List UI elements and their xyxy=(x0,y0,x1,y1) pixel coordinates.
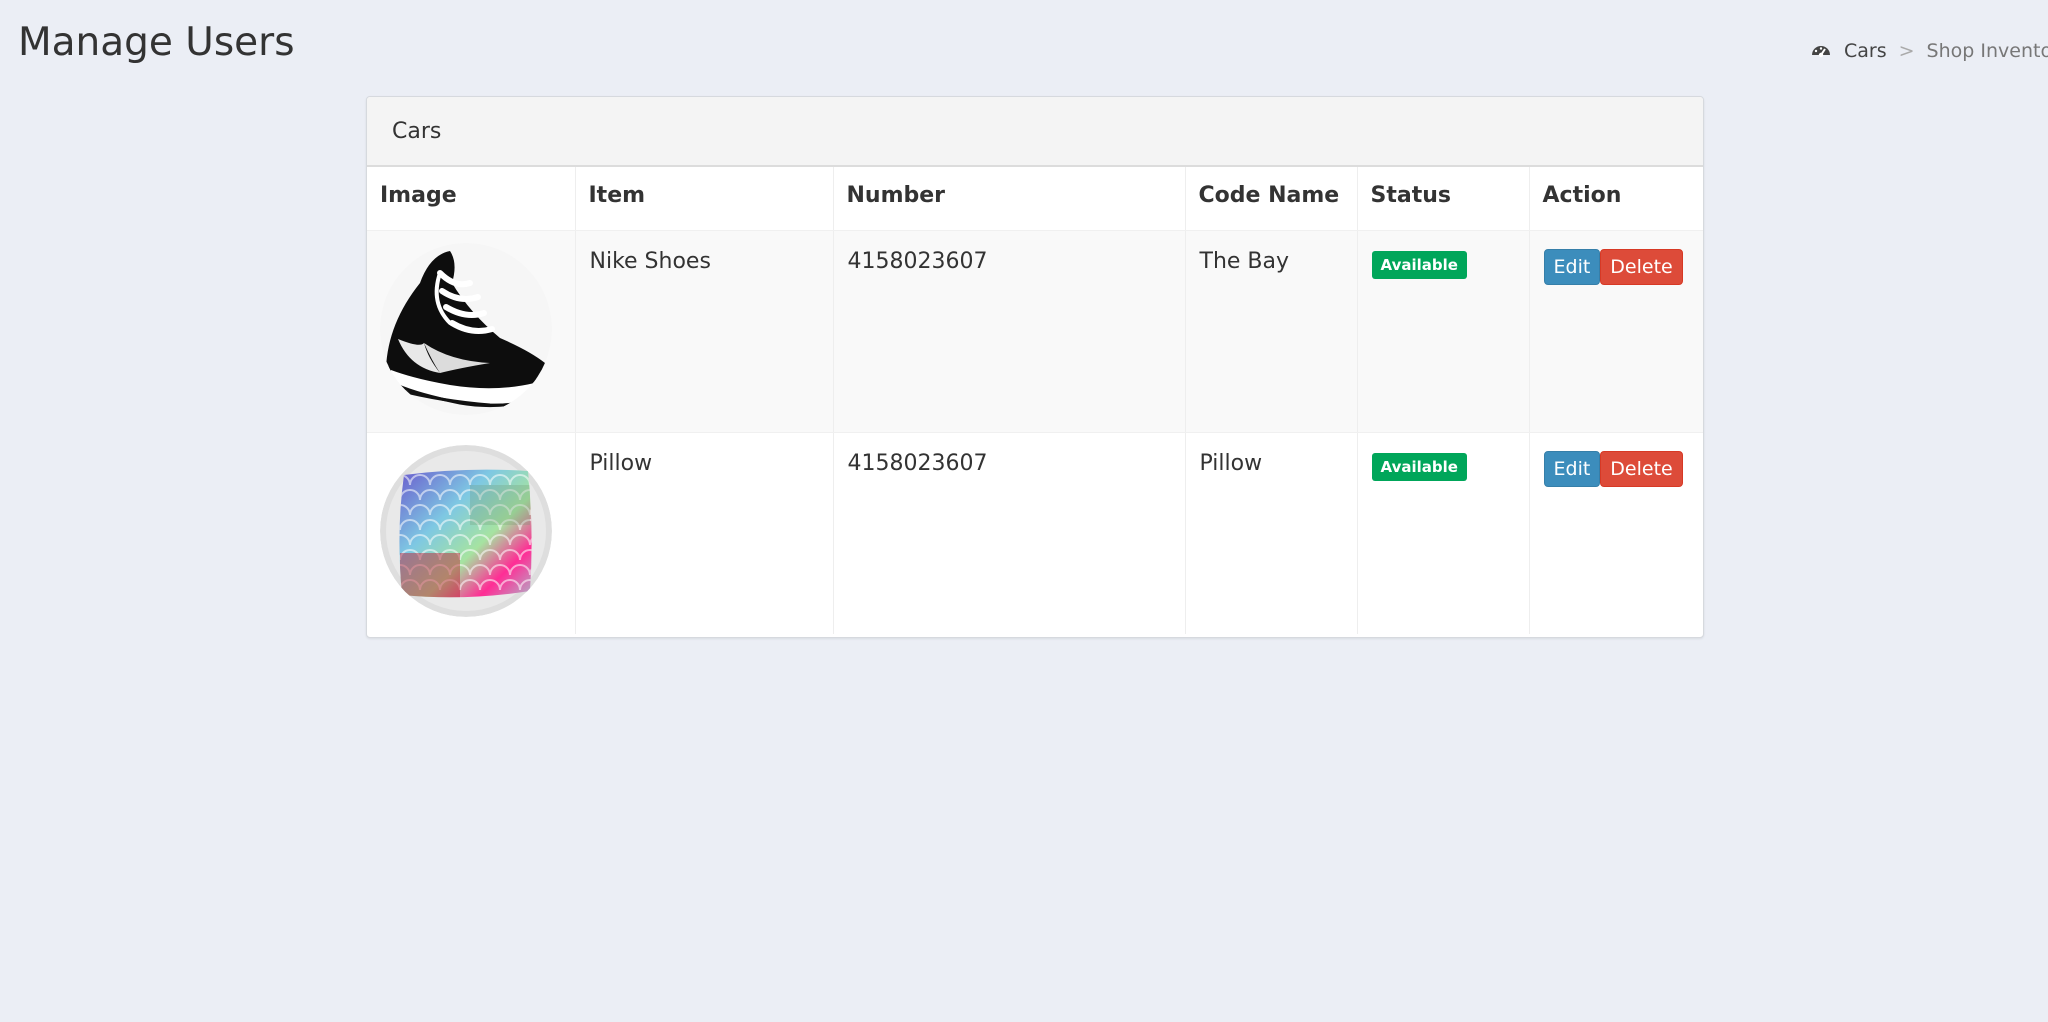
code-name-cell: Pillow xyxy=(1185,432,1358,634)
status-cell: Available xyxy=(1357,230,1530,433)
column-header-status[interactable]: Status xyxy=(1357,167,1530,231)
pillow-image xyxy=(380,444,552,617)
delete-button[interactable]: Delete xyxy=(1600,248,1683,286)
column-header-number[interactable]: Number xyxy=(833,167,1186,231)
inventory-table: Image Item Number Code Name Status Actio… xyxy=(367,167,1703,634)
number-cell: 4158023607 xyxy=(833,230,1186,433)
breadcrumb-home-link[interactable]: Cars xyxy=(1844,40,1887,62)
column-header-item[interactable]: Item xyxy=(575,167,834,231)
nike-shoe-image xyxy=(380,242,552,415)
item-cell: Nike Shoes xyxy=(575,230,834,433)
image-cell xyxy=(367,230,576,433)
breadcrumb: Cars > Shop Inventory xyxy=(1810,40,2048,62)
status-badge: Available xyxy=(1371,452,1467,481)
code-name-cell: The Bay xyxy=(1185,230,1358,433)
breadcrumb-separator: > xyxy=(1898,40,1915,62)
column-header-action[interactable]: Action xyxy=(1529,167,1703,231)
breadcrumb-current: Shop Inventory xyxy=(1926,40,2048,62)
item-cell: Pillow xyxy=(575,432,834,634)
table-row: Nike Shoes 4158023607 The Bay Available … xyxy=(367,230,1703,433)
action-cell: Edit Delete xyxy=(1529,230,1703,433)
status-cell: Available xyxy=(1357,432,1530,634)
number-cell: 4158023607 xyxy=(833,432,1186,634)
edit-button[interactable]: Edit xyxy=(1543,248,1601,286)
inventory-panel: Cars Image Item Number Code Name Status … xyxy=(366,96,1704,638)
table-header-row: Image Item Number Code Name Status Actio… xyxy=(367,167,1703,231)
page-title: Manage Users xyxy=(18,20,295,65)
column-header-code-name[interactable]: Code Name xyxy=(1185,167,1358,231)
action-cell: Edit Delete xyxy=(1529,432,1703,634)
status-badge: Available xyxy=(1371,250,1467,279)
table-row: Pillow 4158023607 Pillow Available Edit D… xyxy=(367,432,1703,634)
delete-button[interactable]: Delete xyxy=(1600,450,1683,488)
image-cell xyxy=(367,432,576,634)
panel-title: Cars xyxy=(367,97,1703,167)
column-header-image[interactable]: Image xyxy=(367,167,576,231)
dashboard-icon xyxy=(1810,40,1832,62)
edit-button[interactable]: Edit xyxy=(1543,450,1601,488)
